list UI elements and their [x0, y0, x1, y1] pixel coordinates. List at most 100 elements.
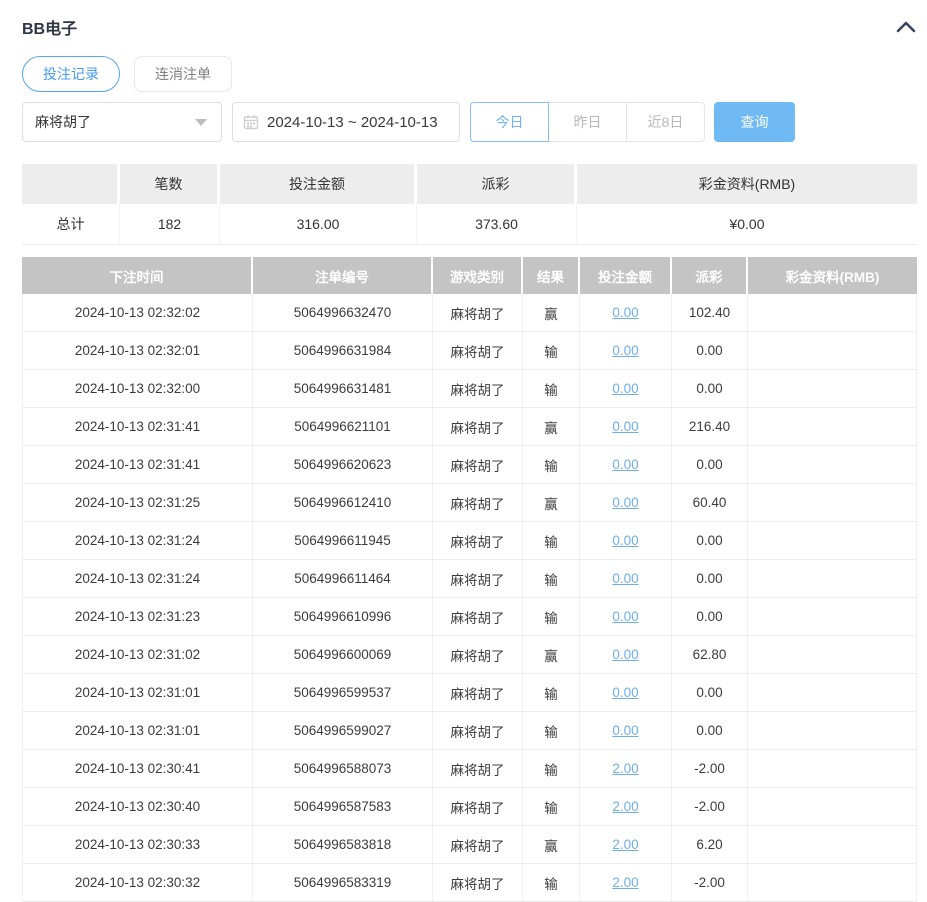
- result-cell: 输: [523, 560, 580, 598]
- game-type-cell: 麻将胡了: [433, 294, 523, 332]
- game-type-cell: 麻将胡了: [433, 332, 523, 370]
- result-cell: 输: [523, 446, 580, 484]
- bet-amount-link[interactable]: 0.00: [612, 305, 638, 320]
- summary-header-empty: [22, 164, 120, 204]
- quick-button-today[interactable]: 今日: [470, 102, 549, 142]
- bet-amount-link[interactable]: 2.00: [612, 837, 638, 852]
- game-type-cell: 麻将胡了: [433, 826, 523, 864]
- bet-amount-link[interactable]: 0.00: [612, 647, 638, 662]
- summary-header-bet-amount: 投注金额: [220, 164, 417, 204]
- bet-amount-cell: 2.00: [580, 750, 672, 788]
- bet-time-cell: 2024-10-13 02:30:33: [22, 826, 253, 864]
- col-header-payout: 派彩: [672, 257, 748, 294]
- query-button[interactable]: 查询: [714, 102, 795, 142]
- table-row: 2024-10-13 02:31:25 5064996612410 麻将胡了 赢…: [22, 484, 917, 522]
- table-row: 2024-10-13 02:31:41 5064996620623 麻将胡了 输…: [22, 446, 917, 484]
- page-title: BB电子: [22, 21, 78, 38]
- game-type-cell: 麻将胡了: [433, 636, 523, 674]
- table-row: 2024-10-13 02:31:23 5064996610996 麻将胡了 输…: [22, 598, 917, 636]
- bet-amount-link[interactable]: 0.00: [612, 571, 638, 586]
- bet-amount-link[interactable]: 0.00: [612, 419, 638, 434]
- bet-amount-cell: 0.00: [580, 446, 672, 484]
- order-id-cell: 5064996612410: [253, 484, 433, 522]
- result-cell: 赢: [523, 826, 580, 864]
- bet-amount-link[interactable]: 2.00: [612, 799, 638, 814]
- jackpot-cell: [748, 750, 917, 788]
- game-type-cell: 麻将胡了: [433, 750, 523, 788]
- col-header-bet-time: 下注时间: [22, 257, 253, 294]
- table-row: 2024-10-13 02:30:32 5064996583319 麻将胡了 输…: [22, 864, 917, 902]
- summary-total-label: 总计: [22, 204, 120, 245]
- order-id-cell: 5064996610996: [253, 598, 433, 636]
- bet-amount-link[interactable]: 2.00: [612, 761, 638, 776]
- table-row: 2024-10-13 02:31:41 5064996621101 麻将胡了 赢…: [22, 408, 917, 446]
- jackpot-cell: [748, 294, 917, 332]
- result-cell: 输: [523, 864, 580, 902]
- order-id-cell: 5064996599537: [253, 674, 433, 712]
- bet-amount-link[interactable]: 0.00: [612, 723, 638, 738]
- chevron-up-icon: [896, 21, 916, 33]
- order-id-cell: 5064996611464: [253, 560, 433, 598]
- payout-cell: 0.00: [672, 598, 748, 636]
- bet-amount-link[interactable]: 0.00: [612, 457, 638, 472]
- bet-time-cell: 2024-10-13 02:31:41: [22, 408, 253, 446]
- quick-button-last-8-days[interactable]: 近8日: [626, 102, 705, 142]
- order-id-cell: 5064996620623: [253, 446, 433, 484]
- collapse-panel-button[interactable]: [895, 16, 917, 38]
- summary-total-bet-amount: 316.00: [220, 204, 417, 245]
- table-row: 2024-10-13 02:32:01 5064996631984 麻将胡了 输…: [22, 332, 917, 370]
- date-range-value: 2024-10-13 ~ 2024-10-13: [267, 113, 438, 131]
- payout-cell: 60.40: [672, 484, 748, 522]
- order-id-cell: 5064996583319: [253, 864, 433, 902]
- bet-amount-cell: 0.00: [580, 370, 672, 408]
- game-type-cell: 麻将胡了: [433, 484, 523, 522]
- game-type-cell: 麻将胡了: [433, 598, 523, 636]
- table-row: 2024-10-13 02:31:01 5064996599027 麻将胡了 输…: [22, 712, 917, 750]
- bet-amount-link[interactable]: 0.00: [612, 533, 638, 548]
- result-cell: 赢: [523, 636, 580, 674]
- quick-button-yesterday[interactable]: 昨日: [548, 102, 627, 142]
- bet-table-body: 2024-10-13 02:32:02 5064996632470 麻将胡了 赢…: [22, 294, 917, 902]
- jackpot-cell: [748, 788, 917, 826]
- bet-amount-cell: 0.00: [580, 522, 672, 560]
- bet-time-cell: 2024-10-13 02:31:01: [22, 674, 253, 712]
- game-type-cell: 麻将胡了: [433, 522, 523, 560]
- result-cell: 输: [523, 788, 580, 826]
- tab-cancelled-orders[interactable]: 连消注单: [134, 56, 232, 92]
- payout-cell: 0.00: [672, 712, 748, 750]
- bet-records-panel: BB电子 投注记录 连消注单 麻将胡了 2024-10-13 ~ 2024-10…: [22, 0, 917, 902]
- payout-cell: 216.40: [672, 408, 748, 446]
- bet-amount-link[interactable]: 2.00: [612, 875, 638, 890]
- bet-amount-link[interactable]: 0.00: [612, 343, 638, 358]
- bet-amount-cell: 0.00: [580, 332, 672, 370]
- table-row: 2024-10-13 02:32:00 5064996631481 麻将胡了 输…: [22, 370, 917, 408]
- order-id-cell: 5064996621101: [253, 408, 433, 446]
- bet-amount-cell: 0.00: [580, 712, 672, 750]
- game-type-select[interactable]: 麻将胡了: [22, 102, 222, 142]
- summary-total-payout: 373.60: [417, 204, 577, 245]
- date-range-picker[interactable]: 2024-10-13 ~ 2024-10-13: [232, 102, 460, 142]
- bet-amount-link[interactable]: 0.00: [612, 609, 638, 624]
- payout-cell: 0.00: [672, 446, 748, 484]
- bet-amount-cell: 2.00: [580, 826, 672, 864]
- payout-cell: 62.80: [672, 636, 748, 674]
- jackpot-cell: [748, 636, 917, 674]
- jackpot-cell: [748, 522, 917, 560]
- jackpot-cell: [748, 826, 917, 864]
- game-type-cell: 麻将胡了: [433, 674, 523, 712]
- payout-cell: -2.00: [672, 750, 748, 788]
- bet-table-header-row: 下注时间 注单编号 游戏类别 结果 投注金额 派彩 彩金资料(RMB): [22, 257, 917, 294]
- bet-amount-link[interactable]: 0.00: [612, 495, 638, 510]
- result-cell: 输: [523, 370, 580, 408]
- summary-total-row: 总计 182 316.00 373.60 ¥0.00: [22, 204, 917, 245]
- bet-amount-link[interactable]: 0.00: [612, 685, 638, 700]
- bet-amount-link[interactable]: 0.00: [612, 381, 638, 396]
- bet-amount-cell: 0.00: [580, 484, 672, 522]
- table-row: 2024-10-13 02:31:01 5064996599537 麻将胡了 输…: [22, 674, 917, 712]
- result-cell: 输: [523, 712, 580, 750]
- chevron-down-icon: [195, 118, 207, 126]
- bet-time-cell: 2024-10-13 02:31:24: [22, 522, 253, 560]
- col-header-game-type: 游戏类别: [433, 257, 523, 294]
- quick-date-group: 今日 昨日 近8日: [470, 102, 705, 142]
- tab-bet-records[interactable]: 投注记录: [22, 56, 120, 92]
